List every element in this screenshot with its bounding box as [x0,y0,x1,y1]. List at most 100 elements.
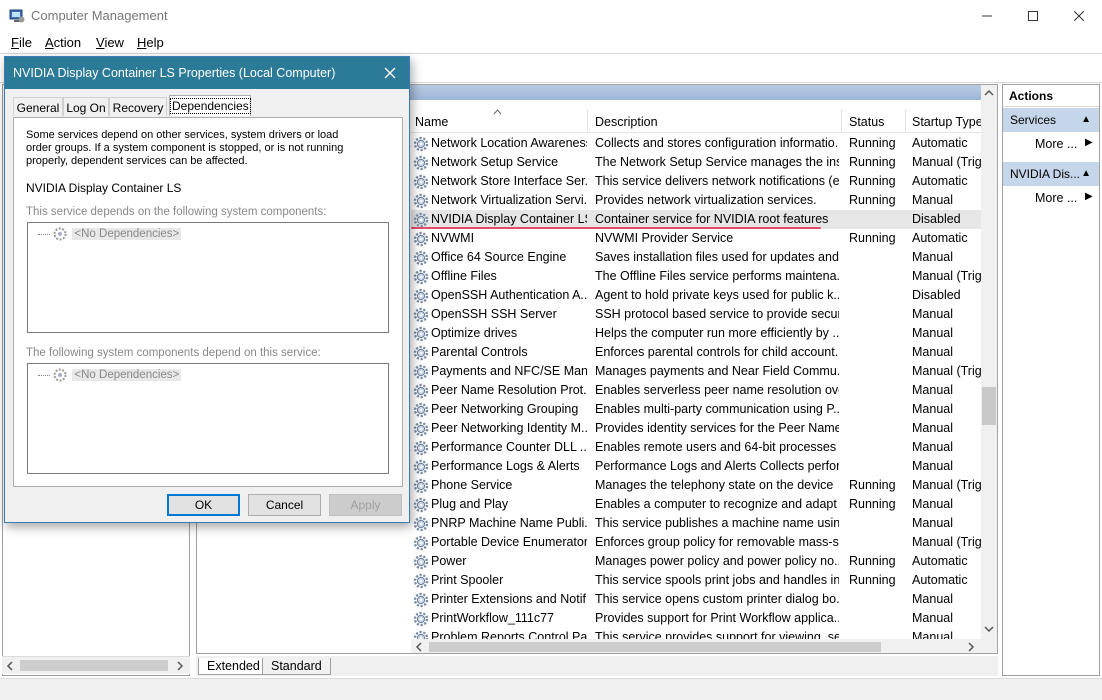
service-row[interactable]: Network Setup Service The Network Setup S… [411,153,981,172]
column-divider [905,109,906,133]
menu-help[interactable]: Help [137,35,164,50]
tree-item[interactable]: <No Dependencies> [38,227,182,241]
service-row[interactable]: Print Spooler This service spools print j… [411,571,981,590]
service-startup-cell: Manual (Trig... [912,364,981,378]
services-vertical-scrollbar[interactable] [981,85,997,653]
tree-item[interactable]: <No Dependencies> [38,368,182,382]
tab-recovery[interactable]: Recovery [109,97,167,116]
service-row[interactable]: Phone Service Manages the telephony state… [411,476,981,495]
column-startup-header[interactable]: Startup Type [912,115,981,129]
service-description-cell: Enables remote users and 64-bit processe… [595,440,839,454]
dependents-tree[interactable]: <No Dependencies> [27,363,389,474]
service-row[interactable]: OpenSSH Authentication A... Agent to hold… [411,286,981,305]
column-status-header[interactable]: Status [849,115,884,129]
tab-general[interactable]: General [13,97,63,116]
service-row[interactable]: Portable Device Enumerator... Enforces gr… [411,533,981,552]
service-row[interactable]: Problem Reports Control Pa... This servic… [411,628,981,639]
service-row[interactable]: Printer Extensions and Notif... This serv… [411,590,981,609]
tab-log-on[interactable]: Log On [63,97,109,116]
tab-extended[interactable]: Extended [198,658,269,675]
scroll-left-icon[interactable] [415,642,423,652]
service-gear-icon [413,250,429,266]
service-row[interactable]: PNRP Machine Name Publi... This service p… [411,514,981,533]
service-startup-cell: Manual [912,345,953,359]
service-row[interactable]: Optimize drives Helps the computer run mo… [411,324,981,343]
close-button[interactable] [1056,0,1102,32]
submenu-arrow-icon: ▶ [1085,137,1093,148]
service-startup-cell: Manual (Trig... [912,155,981,169]
service-description-cell: NVWMI Provider Service [595,231,734,245]
service-status-cell: Running [849,478,896,492]
service-row[interactable]: Peer Name Resolution Prot... Enables serv… [411,381,981,400]
service-row[interactable]: Office 64 Source Engine Saves installatio… [411,248,981,267]
column-description-header[interactable]: Description [595,115,658,129]
actions-more-services[interactable]: More ... ▶ [1035,137,1093,151]
computer-management-icon [9,9,25,23]
apply-button[interactable]: Apply [329,494,402,516]
collapse-icon[interactable]: ▲ [1081,168,1091,179]
service-row[interactable]: NVIDIA Display Container LS Container ser… [411,210,981,229]
service-row[interactable]: Payments and NFC/SE Man... Manages paymen… [411,362,981,381]
ok-button[interactable]: OK [167,494,240,516]
services-horizontal-scrollbar[interactable] [411,639,981,653]
service-name-cell: Optimize drives [431,326,518,340]
service-gear-icon [413,326,429,342]
menu-file[interactable]: File [11,35,32,50]
service-name-cell: Offline Files [431,269,497,283]
service-gear-icon [413,478,429,494]
service-row[interactable]: Network Virtualization Servi... Provides … [411,191,981,210]
tree-scroll-thumb[interactable] [20,660,168,671]
service-startup-cell: Manual (Trig... [912,535,981,549]
tab-standard[interactable]: Standard [262,658,331,675]
services-scroll-thumb[interactable] [982,387,996,425]
depends-on-tree[interactable]: <No Dependencies> [27,222,389,333]
service-name-cell: PNRP Machine Name Publi... [431,516,587,530]
service-row[interactable]: NVWMI NVWMI Provider Service Running Automa… [411,229,981,248]
service-row[interactable]: Performance Counter DLL ... Enables remot… [411,438,981,457]
service-description-cell: Manages power policy and power policy no… [595,554,839,568]
service-name-cell: PrintWorkflow_111c77 [431,611,554,625]
collapse-icon[interactable]: ▲ [1081,114,1091,125]
services-hscroll-thumb[interactable] [429,642,881,652]
service-row[interactable]: Offline Files The Offline Files service p… [411,267,981,286]
service-row[interactable]: Plug and Play Enables a computer to recog… [411,495,981,514]
actions-section-services[interactable]: Services ▲ [1003,108,1099,132]
close-icon [1074,11,1084,21]
service-row[interactable]: Power Manages power policy and power poli… [411,552,981,571]
tab-label: Log On [66,101,106,115]
service-description-cell: Enforces parental controls for child acc… [595,345,839,359]
service-row[interactable]: Network Location Awareness Collects and s… [411,134,981,153]
service-row[interactable]: PrintWorkflow_111c77 Provides support for… [411,609,981,628]
scroll-left-icon[interactable] [6,661,14,671]
scroll-right-icon[interactable] [176,661,184,671]
more-label: More ... [1035,137,1078,151]
minimize-button[interactable] [964,0,1010,32]
service-row[interactable]: Peer Networking Identity M... Provides id… [411,419,981,438]
service-row[interactable]: OpenSSH SSH Server SSH protocol based ser… [411,305,981,324]
tab-dependencies[interactable]: Dependencies [169,95,251,116]
actions-section-nvidia[interactable]: NVIDIA Dis... ▲ [1003,162,1099,186]
actions-more-nvidia[interactable]: More ... ▶ [1035,191,1093,205]
service-description-cell: Saves installation files used for update… [595,250,839,264]
cancel-button[interactable]: Cancel [248,494,321,516]
scroll-up-icon[interactable] [984,89,994,97]
tree-connector [38,233,50,235]
menu-action[interactable]: Action [45,35,81,50]
service-startup-cell: Automatic [912,554,968,568]
service-gear-icon [413,288,429,304]
tree-horizontal-scrollbar[interactable] [2,656,190,674]
service-row[interactable]: Network Store Interface Ser... This servi… [411,172,981,191]
column-name-header[interactable]: Name [415,115,448,129]
scroll-right-icon[interactable] [967,642,975,652]
submenu-arrow-icon: ▶ [1085,191,1093,202]
scroll-down-icon[interactable] [984,625,994,633]
tab-label: Dependencies [170,98,251,114]
service-row[interactable]: Performance Logs & Alerts Performance Log… [411,457,981,476]
menu-view[interactable]: View [96,35,124,50]
maximize-button[interactable] [1010,0,1056,32]
dialog-title-bar[interactable]: NVIDIA Display Container LS Properties (… [5,57,409,89]
service-gear-icon [413,592,429,608]
dialog-close-button[interactable] [377,61,403,85]
service-row[interactable]: Parental Controls Enforces parental contr… [411,343,981,362]
service-row[interactable]: Peer Networking Grouping Enables multi-pa… [411,400,981,419]
